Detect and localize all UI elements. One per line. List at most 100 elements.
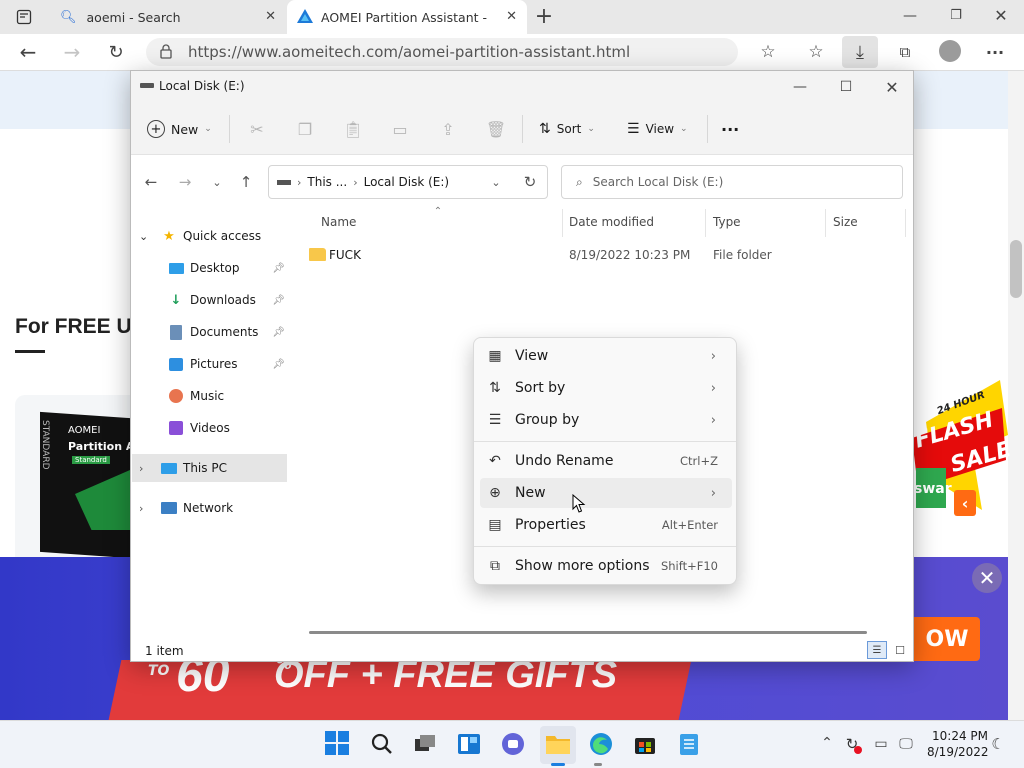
collections-icon[interactable]: ⧉	[894, 42, 916, 62]
menu-item-view[interactable]: ▦ View ›	[480, 341, 732, 371]
address-history-icon[interactable]: ⌄	[487, 173, 505, 191]
url-field[interactable]: https://www.aomeitech.com/aomei-partitio…	[146, 38, 738, 66]
new-button[interactable]: + New ⌄	[147, 111, 212, 147]
start-icon[interactable]	[324, 730, 352, 758]
tab-search[interactable]: 🔍︎ aoemi - Search ✕	[48, 0, 286, 34]
column-separator[interactable]	[825, 209, 826, 237]
restore-browser-icon[interactable]: ❐	[946, 7, 966, 23]
column-name[interactable]: Name	[321, 215, 356, 229]
nav-desktop[interactable]: Desktop 📌︎	[131, 254, 289, 282]
buy-now-button[interactable]: OW	[910, 617, 980, 661]
menu-item-sort-by[interactable]: ⇅ Sort by ›	[480, 373, 732, 403]
file-type: File folder	[713, 248, 772, 262]
tab-actions-icon[interactable]	[14, 8, 34, 26]
drive-icon	[277, 179, 291, 185]
pin-icon: 📌︎	[272, 358, 285, 370]
menu-label: Group by	[515, 412, 580, 428]
menu-item-undo-rename[interactable]: ↶ Undo Rename Ctrl+Z	[480, 446, 732, 476]
teams-chat-icon[interactable]	[499, 730, 527, 758]
page-scrollbar-thumb[interactable]	[1010, 240, 1022, 298]
close-tab-icon[interactable]: ✕	[506, 9, 517, 24]
back-icon[interactable]: ←	[139, 172, 163, 192]
widgets-icon[interactable]	[455, 730, 483, 758]
undo-icon: ↶	[489, 453, 501, 469]
back-icon[interactable]: ←	[16, 40, 40, 64]
chevron-up-icon[interactable]: ⌃	[818, 734, 836, 752]
store-icon[interactable]	[631, 730, 659, 758]
copy-icon[interactable]: ❐	[293, 117, 317, 141]
new-plus-icon: +	[147, 120, 165, 138]
display-icon[interactable]: ▭	[871, 734, 891, 754]
refresh-icon[interactable]: ↻	[520, 172, 540, 192]
menu-item-group-by[interactable]: ☰ Group by ›	[480, 405, 732, 435]
breadcrumb-item[interactable]: Local Disk (E:)	[364, 175, 450, 189]
task-view-icon[interactable]	[411, 730, 439, 758]
network-disconnected-icon[interactable]: 🖵︎	[896, 734, 916, 754]
chevron-left-icon[interactable]: ‹	[956, 492, 974, 514]
column-separator[interactable]	[705, 209, 706, 237]
heading-underline	[15, 350, 45, 353]
close-browser-icon[interactable]: ✕	[991, 6, 1011, 25]
up-icon[interactable]: ↑	[234, 172, 258, 192]
nav-label: Network	[183, 501, 234, 515]
minimize-icon[interactable]: —	[777, 71, 823, 103]
nav-label: Pictures	[190, 357, 238, 371]
refresh-icon[interactable]: ↻	[104, 40, 128, 64]
breadcrumb-item[interactable]: This ...	[307, 175, 347, 189]
column-separator[interactable]	[562, 209, 563, 237]
nav-quick-access[interactable]: ⌄ ★ Quick access	[131, 222, 289, 250]
nav-videos[interactable]: Videos	[131, 414, 289, 442]
delete-icon[interactable]: 🗑︎	[484, 117, 508, 141]
sort-button[interactable]: ⇅ Sort ⌄	[539, 111, 595, 147]
downloads-icon[interactable]: ⤓	[849, 42, 871, 63]
maximize-icon[interactable]: ☐	[823, 71, 869, 103]
view-button[interactable]: ☰ View ⌄	[627, 111, 688, 147]
notepad-icon[interactable]	[675, 730, 703, 758]
new-tab-button[interactable]: +	[532, 4, 556, 29]
profile-avatar[interactable]	[939, 40, 961, 62]
search-field[interactable]: ⌕ Search Local Disk (E:)	[561, 165, 903, 199]
address-breadcrumb[interactable]: › This ... › Local Disk (E:)	[268, 165, 548, 199]
forward-icon[interactable]: →	[173, 172, 197, 192]
nav-pictures[interactable]: Pictures 📌︎	[131, 350, 289, 378]
nav-music[interactable]: Music	[131, 382, 289, 410]
favorites-icon[interactable]: ☆	[805, 42, 827, 62]
column-date-modified[interactable]: Date modified	[569, 215, 654, 229]
forward-icon[interactable]: →	[60, 40, 84, 64]
column-type[interactable]: Type	[713, 215, 741, 229]
tab-aomei[interactable]: AOMEI Partition Assistant - A Sa ✕	[287, 0, 527, 34]
page-scrollbar[interactable]	[1008, 71, 1024, 720]
minimize-browser-icon[interactable]: —	[900, 8, 920, 24]
nav-downloads[interactable]: ↓ Downloads 📌︎	[131, 286, 289, 314]
menu-item-new[interactable]: ⊕ New ›	[480, 478, 732, 508]
nav-this-pc[interactable]: › This PC	[132, 454, 287, 482]
nav-documents[interactable]: Documents 📌︎	[131, 318, 289, 346]
menu-item-properties[interactable]: ▤ Properties Alt+Enter	[480, 510, 732, 540]
recent-locations-icon[interactable]: ⌄	[205, 172, 229, 192]
clock-time[interactable]: 10:24 PM	[932, 729, 988, 743]
file-explorer-icon[interactable]	[544, 730, 572, 758]
column-separator[interactable]	[905, 209, 906, 237]
cut-icon[interactable]: ✂	[245, 117, 269, 141]
close-icon[interactable]: ✕	[869, 71, 915, 103]
notifications-moon-icon[interactable]: ☾	[988, 734, 1008, 754]
rename-icon[interactable]: ▭	[388, 117, 412, 141]
close-promo-icon[interactable]: ✕	[972, 563, 1002, 593]
search-icon[interactable]	[368, 730, 396, 758]
add-favorite-icon[interactable]: ☆	[757, 42, 779, 62]
sort-icon: ⇅	[489, 380, 501, 396]
horizontal-scrollbar[interactable]	[309, 631, 867, 634]
nav-network[interactable]: › Network	[131, 494, 289, 522]
close-tab-icon[interactable]: ✕	[265, 9, 276, 24]
clock-date[interactable]: 8/19/2022	[927, 745, 989, 759]
edge-icon[interactable]	[587, 730, 615, 758]
settings-more-icon[interactable]: ···	[984, 42, 1006, 62]
pictures-icon	[168, 356, 184, 372]
more-options-button[interactable]: ···	[721, 111, 739, 147]
menu-item-show-more-options[interactable]: ⧉ Show more options Shift+F10	[480, 551, 732, 581]
paste-icon[interactable]: 📋︎	[341, 117, 365, 141]
column-size[interactable]: Size	[833, 215, 858, 229]
share-icon[interactable]: ⇪	[436, 117, 460, 141]
details-view-icon[interactable]: ☰	[867, 641, 887, 659]
tiles-view-icon[interactable]: ☐	[891, 641, 909, 659]
